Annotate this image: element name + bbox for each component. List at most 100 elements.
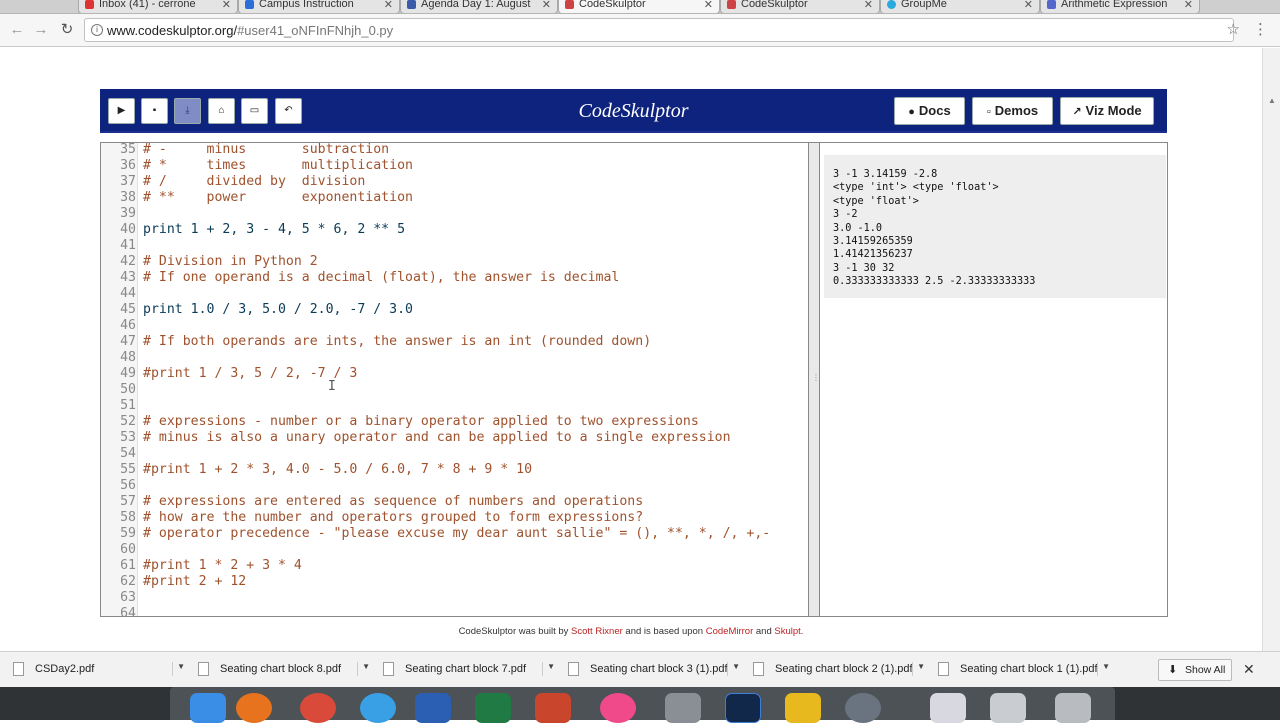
app-icon[interactable] [845, 693, 881, 723]
download-item[interactable]: CSDay2.pdf ▼ [5, 658, 185, 682]
code-line[interactable]: 59 # operator precedence - "please excuse… [101, 526, 801, 542]
documents-stack-icon[interactable] [930, 693, 966, 723]
photoshop-icon[interactable] [725, 693, 761, 723]
trash-icon[interactable] [1055, 693, 1091, 723]
output-line: 0.333333333333 2.5 -2.33333333333 [833, 276, 1036, 288]
code-line[interactable]: 39 [101, 206, 801, 222]
safari-icon[interactable] [360, 693, 396, 723]
app-icon[interactable] [785, 693, 821, 723]
codemirror-link[interactable]: CodeMirror [706, 626, 754, 637]
tab-agenda[interactable]: Agenda Day 1: August ✕ [400, 0, 558, 13]
save-button[interactable]: ▪ [141, 98, 168, 124]
code-line[interactable]: 61 #print 1 * 2 + 3 * 4 [101, 558, 801, 574]
code-line[interactable]: 38 # ** power exponentiation [101, 190, 801, 206]
menu-dots-icon[interactable]: ⋮ [1253, 20, 1268, 38]
code-line[interactable]: 52 # expressions - number or a binary ope… [101, 414, 801, 430]
demos-button[interactable]: ▫ Demos [972, 97, 1053, 125]
itunes-icon[interactable] [600, 693, 636, 723]
system-preferences-icon[interactable] [665, 693, 701, 723]
code-editor[interactable]: 35 # - minus subtraction 36 # * times multi… [100, 142, 809, 617]
code-line[interactable]: 57 # expressions are entered as sequence … [101, 494, 801, 510]
close-icon[interactable]: ✕ [222, 0, 231, 11]
download-item[interactable]: Seating chart block 8.pdf ▼ [190, 658, 370, 682]
info-icon[interactable]: i [91, 24, 103, 36]
address-bar[interactable]: i www.codeskulptor.org/#user41_oNFInFNhjh… [84, 18, 1234, 42]
download-item[interactable]: Seating chart block 7.pdf ▼ [375, 658, 555, 682]
close-icon[interactable]: ✕ [704, 0, 713, 11]
back-arrow-icon[interactable]: ← [8, 21, 26, 39]
code-line[interactable]: 54 [101, 446, 801, 462]
chevron-down-icon[interactable]: ▼ [1097, 662, 1110, 676]
code-line[interactable]: 35 # - minus subtraction [101, 143, 801, 158]
close-icon[interactable]: ✕ [1024, 0, 1033, 11]
close-icon[interactable]: ✕ [864, 0, 873, 11]
code-line[interactable]: 49 #print 1 / 3, 5 / 2, -7 / 3 [101, 366, 801, 382]
close-icon[interactable]: ✕ [1184, 0, 1193, 11]
reload-icon[interactable]: ↻ [58, 21, 76, 39]
code-line[interactable]: 58 # how are the number and operators gro… [101, 510, 801, 526]
chevron-down-icon[interactable]: ▼ [357, 662, 370, 676]
save-icon: ▪ [152, 105, 157, 116]
show-all-button[interactable]: ⬇ Show All [1158, 659, 1232, 681]
code-line[interactable]: 42 # Division in Python 2 [101, 254, 801, 270]
tab-label: CodeSkulptor [579, 0, 646, 10]
forward-arrow-icon[interactable]: → [32, 21, 50, 39]
firefox-icon[interactable] [236, 693, 272, 723]
close-icon[interactable]: ✕ [1243, 661, 1255, 678]
tab-arithmetic[interactable]: Arithmetic Expression ✕ [1040, 0, 1200, 13]
chevron-down-icon[interactable]: ▼ [912, 662, 925, 676]
tab-codeskulptor-active[interactable]: CodeSkulptor ✕ [558, 0, 720, 13]
code-line[interactable]: 44 [101, 286, 801, 302]
panel-splitter[interactable]: ⋮ [809, 142, 820, 617]
skulpt-link[interactable]: Skulpt [774, 626, 800, 637]
code-line[interactable]: 63 [101, 590, 801, 606]
page-scrollbar[interactable]: ▲ [1262, 48, 1280, 651]
chevron-down-icon[interactable]: ▼ [727, 662, 740, 676]
bookmark-star-icon[interactable]: ☆ [1227, 20, 1240, 38]
code-line[interactable]: 47 # If both operands are ints, the answe… [101, 334, 801, 350]
close-icon[interactable]: ✕ [542, 0, 551, 11]
docs-button[interactable]: ● Docs [894, 97, 965, 125]
code-line[interactable]: 60 [101, 542, 801, 558]
finder-icon[interactable] [190, 693, 226, 723]
reset-button[interactable]: ↶ [275, 98, 302, 124]
code-line[interactable]: 40 print 1 + 2, 3 - 4, 5 * 6, 2 ** 5 [101, 222, 801, 238]
author-link[interactable]: Scott Rixner [571, 626, 623, 637]
code-line[interactable]: 41 [101, 238, 801, 254]
code-line[interactable]: 48 [101, 350, 801, 366]
download-item[interactable]: Seating chart block 3 (1).pdf ▼ [560, 658, 740, 682]
code-line[interactable]: 64 [101, 606, 801, 616]
tab-codeskulptor[interactable]: CodeSkulptor ✕ [720, 0, 880, 13]
fresh-url-button[interactable]: ⌂ [208, 98, 235, 124]
download-item[interactable]: Seating chart block 1 (1).pdf ▼ [930, 658, 1110, 682]
viz-mode-button[interactable]: ↗ Viz Mode [1060, 97, 1154, 125]
chevron-down-icon[interactable]: ▼ [172, 662, 185, 676]
line-number: 56 [120, 478, 136, 493]
tab-inbox[interactable]: Inbox (41) - cerrone ✕ [78, 0, 238, 13]
tab-groupme[interactable]: GroupMe ✕ [880, 0, 1040, 13]
code-line[interactable]: 50 [101, 382, 801, 398]
run-button[interactable]: ▶ [108, 98, 135, 124]
downloads-stack-icon[interactable] [990, 693, 1026, 723]
tab-campus-instruction[interactable]: Campus Instruction ✕ [238, 0, 400, 13]
code-line[interactable]: 51 [101, 398, 801, 414]
code-line[interactable]: 43 # If one operand is a decimal (float),… [101, 270, 801, 286]
code-line[interactable]: 45 print 1.0 / 3, 5.0 / 2.0, -7 / 3.0 [101, 302, 801, 318]
close-icon[interactable]: ✕ [384, 0, 393, 11]
scroll-arrow-icon[interactable]: ▲ [1268, 96, 1276, 105]
code-line[interactable]: 46 [101, 318, 801, 334]
powerpoint-icon[interactable] [535, 693, 571, 723]
word-icon[interactable] [415, 693, 451, 723]
code-line[interactable]: 53 # minus is also a unary operator and c… [101, 430, 801, 446]
open-button[interactable]: ▭ [241, 98, 268, 124]
excel-icon[interactable] [475, 693, 511, 723]
download-item[interactable]: Seating chart block 2 (1).pdf ▼ [745, 658, 925, 682]
chevron-down-icon[interactable]: ▼ [542, 662, 555, 676]
download-button[interactable]: ⤓ [174, 98, 201, 124]
code-line[interactable]: 37 # / divided by division [101, 174, 801, 190]
code-line[interactable]: 62 #print 2 + 12 [101, 574, 801, 590]
code-line[interactable]: 56 [101, 478, 801, 494]
code-line[interactable]: 55 #print 1 + 2 * 3, 4.0 - 5.0 / 6.0, 7 *… [101, 462, 801, 478]
code-line[interactable]: 36 # * times multiplication [101, 158, 801, 174]
chrome-icon[interactable] [300, 693, 336, 723]
